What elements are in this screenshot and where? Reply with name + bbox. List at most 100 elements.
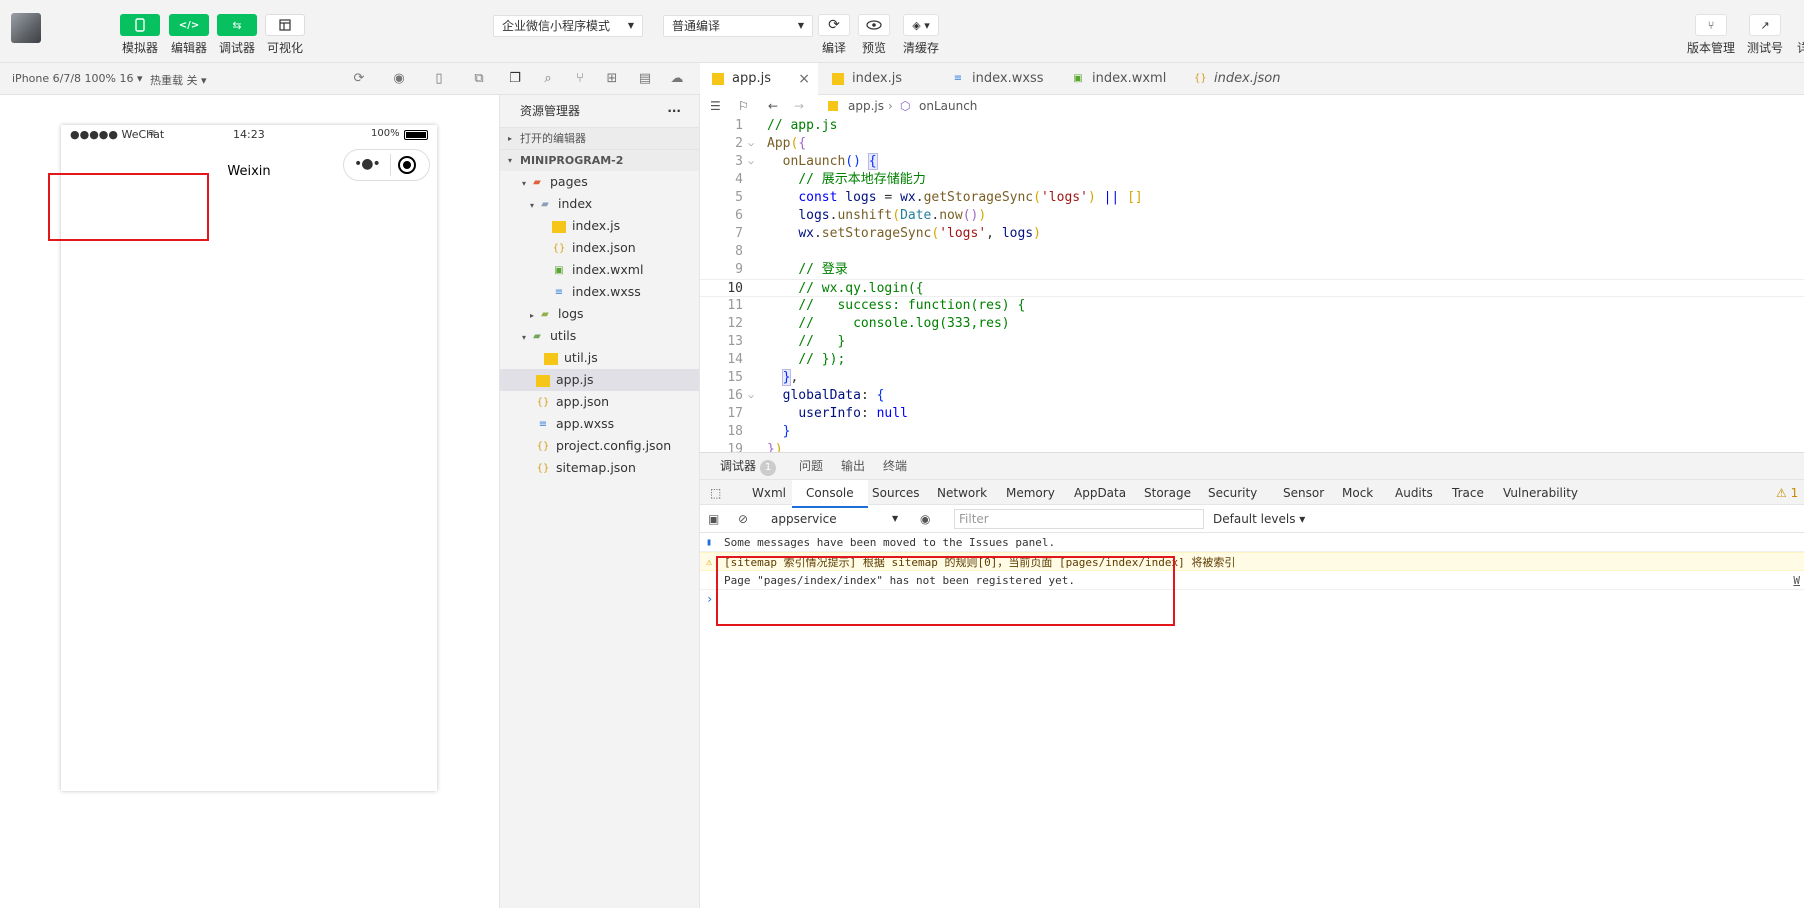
wxss-file-icon: ≡ [538,418,548,430]
tree-file-app-js[interactable]: app.js [500,369,699,391]
clear-cache-button[interactable]: ◈ ▾ 清缓存 [903,14,939,56]
device-select[interactable]: iPhone 6/7/8 100% 16 ▾ [12,72,143,85]
breadcrumb-symbol[interactable]: onLaunch [919,95,977,117]
capsule-button[interactable]: •●• [343,149,430,181]
simulator-button[interactable]: 模拟器 [120,14,160,56]
tree-file-sitemap[interactable]: {} sitemap.json [500,457,699,479]
tab-appdata[interactable]: AppData [1074,480,1126,506]
preview-button[interactable]: 预览 [858,14,890,56]
eye-icon[interactable]: ◉ [920,505,930,533]
detail-button[interactable]: 详 [1797,14,1804,56]
refresh-icon[interactable]: ⟳ [351,71,367,87]
fold-icon[interactable]: ⌵ [748,153,754,171]
more-icon[interactable]: ··· [667,95,681,127]
tree-file-util-js[interactable]: util.js [500,347,699,369]
tab-audits[interactable]: Audits [1395,480,1433,506]
tab-security[interactable]: Security [1208,480,1257,506]
tab-index-js[interactable]: index.js [820,63,938,95]
debugger-button[interactable]: ⇆ 调试器 [217,14,257,56]
tree-folder-utils[interactable]: ▾ ▰ utils [500,325,699,347]
tab-debugger[interactable]: 调试器 1 [720,453,777,481]
source-link[interactable]: W [1793,571,1800,590]
tree-folder-logs[interactable]: ▸ ▰ logs [500,303,699,325]
window-icon[interactable]: ⧉ [471,71,487,87]
tree-file-index-js[interactable]: index.js [500,215,699,237]
tree-label: logs [558,306,584,321]
tree-file-app-json[interactable]: {} app.json [500,391,699,413]
tab-vulnerability[interactable]: Vulnerability [1503,480,1578,506]
highlight-box [716,556,1175,626]
tree-file-index-wxml[interactable]: ▣ index.wxml [500,259,699,281]
mode-select[interactable]: 企业微信小程序模式 ▼ [493,15,643,37]
list-icon[interactable]: ☰ [710,95,721,117]
editor-tabs: app.js × index.js ≡ index.wxss ▣ index.w… [700,63,1804,95]
cloud-icon[interactable]: ☁ [669,71,685,87]
tab-trace[interactable]: Trace [1452,480,1484,506]
open-editors-label: 打开的编辑器 [520,132,586,145]
context-select[interactable]: appservice [771,505,837,533]
tab-wxml[interactable]: Wxml [752,480,786,506]
filter-input[interactable]: Filter [954,509,1204,529]
avatar[interactable] [11,13,41,43]
project-section[interactable]: ▾ MINIPROGRAM-2 [500,149,699,171]
close-circle-icon[interactable] [398,156,416,174]
editor-button[interactable]: </> 编辑器 [169,14,209,56]
tree-label: index.json [572,240,636,255]
clear-console-icon[interactable]: ⊘ [738,505,748,533]
tree-folder-pages[interactable]: ▾ ▰ pages [500,171,699,193]
bookmark-icon[interactable]: ⚐ [738,95,749,117]
tab-index-wxss[interactable]: ≡ index.wxss [940,63,1058,95]
git-icon[interactable]: ⑂ [572,71,588,87]
tab-app-js[interactable]: app.js × [700,63,818,95]
open-editors-section[interactable]: ▸ 打开的编辑器 [500,127,699,149]
compile-button[interactable]: ⟳ 编译 [818,14,850,56]
forward-arrow-icon[interactable]: → [794,95,804,117]
tree-label: app.js [556,372,594,387]
tab-console[interactable]: Console [792,480,868,508]
code-line: 7 wx.setStorageSync('logs', logs) [700,225,1804,243]
tree-folder-index[interactable]: ▾ ▰ index [500,193,699,215]
test-account-button[interactable]: ↗ 测试号 [1747,14,1783,56]
tab-index-wxml[interactable]: ▣ index.wxml [1060,63,1180,95]
warning-count[interactable]: ⚠ 1 [1776,480,1798,506]
tree-file-project-config[interactable]: {} project.config.json [500,435,699,457]
levels-select[interactable]: Default levels ▾ [1213,505,1305,533]
hot-reload-select[interactable]: 热重载 关 ▾ [150,72,207,88]
extensions-icon[interactable]: ⊞ [604,71,620,87]
visual-button[interactable]: 可视化 [265,14,305,56]
code-area[interactable]: 1// app.js 2 ⌵ App({ 3 ⌵ onLaunch() { 4 // … [700,117,1804,452]
fold-icon[interactable]: ⌵ [748,387,754,405]
storage-icon[interactable]: ▤ [637,71,653,87]
tab-index-json[interactable]: {} index.json [1182,63,1302,95]
inspect-icon[interactable]: ⬚ [710,480,721,506]
tree-file-app-wxss[interactable]: ≡ app.wxss [500,413,699,435]
search-icon[interactable]: ⌕ [540,71,556,87]
simulator-label: 模拟器 [121,41,158,55]
sidebar-toggle-icon[interactable]: ▣ [708,505,719,533]
tab-issues[interactable]: 问题 [799,453,823,479]
tab-terminal[interactable]: 终端 [883,453,907,479]
files-icon[interactable]: ❐ [507,71,523,87]
tab-mock[interactable]: Mock [1342,480,1373,506]
record-icon[interactable]: ◉ [391,71,407,87]
tab-sensor[interactable]: Sensor [1283,480,1324,506]
fold-icon[interactable]: ⌵ [748,135,754,153]
compile-select[interactable]: 普通编译 ▼ [663,15,813,37]
tree-label: app.json [556,394,610,409]
more-icon[interactable]: •●• [354,156,381,172]
explorer-toolbar: ❐ ⌕ ⑂ ⊞ ▤ ☁ [500,63,700,95]
tab-memory[interactable]: Memory [1006,480,1055,506]
tab-output[interactable]: 输出 [841,453,865,479]
back-arrow-icon[interactable]: ← [768,95,778,117]
tab-network[interactable]: Network [937,480,987,506]
js-file-icon [712,73,724,85]
breadcrumb-file[interactable]: app.js [848,95,884,117]
tab-sources[interactable]: Sources [872,480,919,506]
version-button[interactable]: ⑂ 版本管理 [1687,14,1735,56]
close-icon[interactable]: × [798,63,810,95]
tree-file-index-json[interactable]: {} index.json [500,237,699,259]
tree-file-index-wxss[interactable]: ≡ index.wxss [500,281,699,303]
phone-icon[interactable]: ▯ [431,71,447,87]
tab-storage[interactable]: Storage [1144,480,1191,506]
file-tree: ▾ ▰ pages ▾ ▰ index index.js {} index.json ▣ i… [500,171,699,479]
